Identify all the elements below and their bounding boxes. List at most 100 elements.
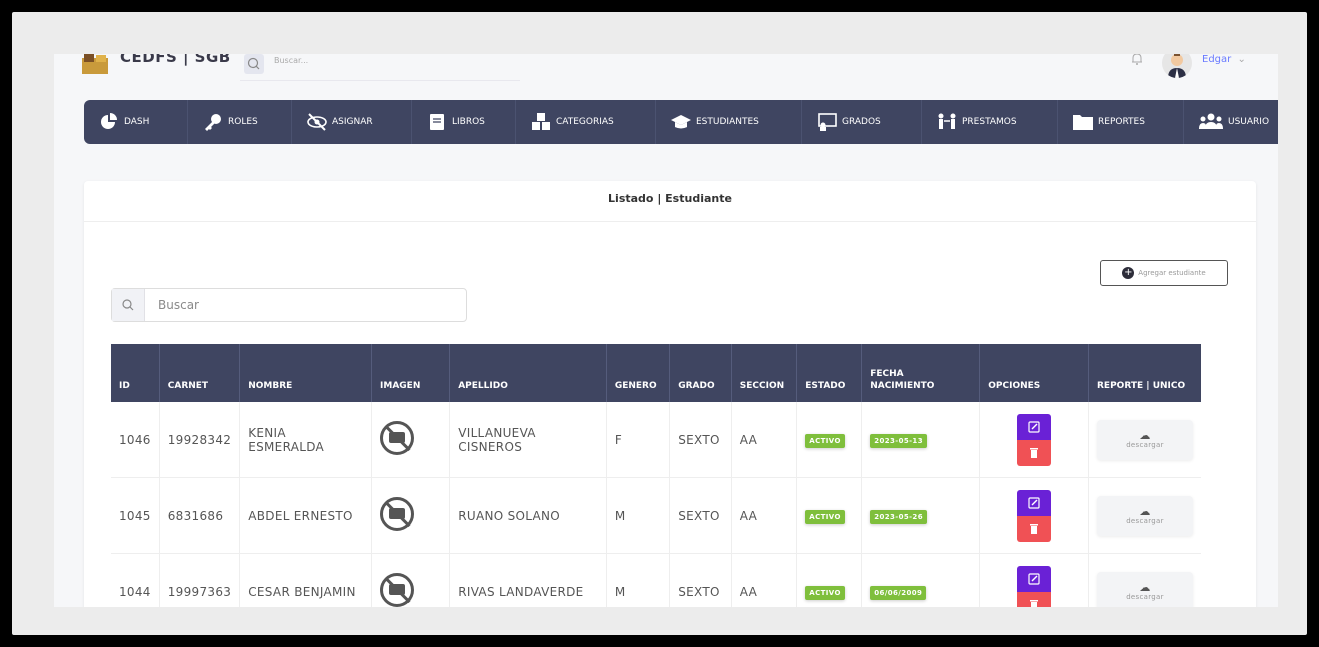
bell-icon[interactable] xyxy=(1130,54,1144,70)
nav-label: CATEGORIAS xyxy=(556,117,614,127)
cell-reporte: ☁ descargar xyxy=(1088,553,1201,607)
nav-label: PRESTAMOS xyxy=(962,117,1017,127)
avatar[interactable] xyxy=(1162,54,1192,78)
nav-label: USUARIO xyxy=(1228,117,1270,127)
nav-item-asignar[interactable]: ASIGNAR xyxy=(292,100,412,144)
nav-label: DASH xyxy=(124,117,150,127)
cubes-icon xyxy=(532,113,550,130)
user-menu[interactable]: Edgar ⌄ xyxy=(1202,54,1246,65)
edit-icon xyxy=(1028,420,1040,433)
delete-button[interactable] xyxy=(1017,439,1052,466)
cell-reporte: ☁ descargar xyxy=(1088,402,1201,478)
col-opciones: OPCIONES xyxy=(979,344,1089,402)
nav-label: ASIGNAR xyxy=(332,117,373,127)
cell-estado: ACTIVO xyxy=(796,553,863,607)
cell-grado: SEXTO xyxy=(669,553,732,607)
cell-estado: ACTIVO xyxy=(796,477,863,554)
add-student-label: Agregar estudiante xyxy=(1138,269,1206,277)
cloud-download-icon: ☁ xyxy=(1139,581,1151,594)
col-genero: GENERO xyxy=(606,344,671,402)
nav-item-estudiantes[interactable]: ESTUDIANTES xyxy=(656,100,802,144)
edit-button[interactable] xyxy=(1017,489,1052,516)
nav-item-libros[interactable]: LIBROS xyxy=(412,100,516,144)
cell-id: 1046 xyxy=(111,402,160,478)
cell-reporte: ☁ descargar xyxy=(1088,477,1201,554)
col-apellido: APELLIDO xyxy=(449,344,607,402)
cell-apellido: RIVAS LANDAVERDE xyxy=(449,553,607,607)
col-nombre: NOMBRE xyxy=(239,344,373,402)
nav-label: ROLES xyxy=(228,117,258,127)
cell-carnet: 19997363 xyxy=(159,553,241,607)
col-estado: ESTADO xyxy=(796,344,863,402)
cell-carnet: 6831686 xyxy=(159,477,241,554)
col-reporte: REPORTE | UNICO xyxy=(1088,344,1201,402)
download-label: descargar xyxy=(1126,517,1164,525)
add-student-button[interactable]: + Agregar estudiante xyxy=(1100,260,1228,286)
people-exchange-icon xyxy=(938,113,956,129)
nav-item-prestamos[interactable]: PRESTAMOS xyxy=(922,100,1058,144)
trash-icon xyxy=(1030,599,1039,607)
edit-button[interactable] xyxy=(1017,565,1052,592)
cell-nombre: KENIA ESMERALDA xyxy=(239,402,373,478)
edit-icon xyxy=(1028,572,1040,585)
cell-estado: ACTIVO xyxy=(796,402,863,478)
students-panel: Listado | Estudiante + Agregar estudiant… xyxy=(84,181,1256,607)
cell-opciones xyxy=(979,402,1089,478)
nav-item-reportes[interactable]: REPORTES xyxy=(1058,100,1184,144)
cell-id: 1044 xyxy=(111,553,160,607)
plus-circle-icon: + xyxy=(1122,267,1135,279)
col-imagen: IMAGEN xyxy=(371,344,451,402)
top-bar: CEDFS | SGB Buscar... Edgar ⌄ xyxy=(54,54,1278,90)
search-input[interactable] xyxy=(156,297,440,313)
cell-genero: F xyxy=(606,402,671,478)
nav-item-roles[interactable]: ROLES xyxy=(188,100,292,144)
top-search[interactable]: Buscar... xyxy=(240,54,520,81)
status-badge: ACTIVO xyxy=(805,509,845,524)
top-search-placeholder: Buscar... xyxy=(274,56,309,65)
delete-button[interactable] xyxy=(1017,515,1052,542)
download-button[interactable]: ☁ descargar xyxy=(1097,495,1193,536)
cell-opciones xyxy=(979,477,1089,554)
cell-seccion: AA xyxy=(731,402,798,478)
cell-fecha: 2023-05-26 xyxy=(861,477,981,554)
folder-icon xyxy=(1073,115,1093,130)
trash-icon xyxy=(1030,447,1039,458)
date-badge: 2023-05-26 xyxy=(870,509,927,524)
cloud-download-icon: ☁ xyxy=(1139,429,1151,442)
nav-item-grados[interactable]: GRADOS xyxy=(802,100,922,144)
nav-item-categorias[interactable]: CATEGORIAS xyxy=(516,100,656,144)
nav-item-usuario[interactable]: USUARIO xyxy=(1184,100,1278,144)
search-icon xyxy=(244,54,264,74)
user-name: Edgar xyxy=(1202,54,1232,65)
cell-nombre: CESAR BENJAMIN xyxy=(239,553,373,607)
download-button[interactable]: ☁ descargar xyxy=(1097,571,1193,607)
cell-nombre: ABDEL ERNESTO xyxy=(239,477,373,554)
pie-chart-icon xyxy=(101,113,117,129)
table-header-row: ID CARNET NOMBRE IMAGEN APELLIDO GENERO … xyxy=(111,344,1201,402)
cell-genero: M xyxy=(606,477,671,554)
cell-seccion: AA xyxy=(731,553,798,607)
col-grado: GRADO xyxy=(669,344,732,402)
panel-title: Listado | Estudiante xyxy=(84,181,1256,222)
screenshot-frame: CEDFS | SGB Buscar... Edgar ⌄ DASH ROLES… xyxy=(0,0,1319,647)
col-id: ID xyxy=(111,344,160,402)
cell-grado: SEXTO xyxy=(669,477,732,554)
no-photo-icon xyxy=(380,421,415,455)
window-inner: CEDFS | SGB Buscar... Edgar ⌄ DASH ROLES… xyxy=(12,12,1307,635)
date-badge: 06/06/2009 xyxy=(870,585,927,600)
trash-icon xyxy=(1030,523,1039,534)
no-photo-icon xyxy=(380,573,415,607)
nav-label: GRADOS xyxy=(842,117,881,127)
cell-apellido: VILLANUEVA CISNEROS xyxy=(449,402,607,478)
search-icon xyxy=(112,289,145,321)
download-button[interactable]: ☁ descargar xyxy=(1097,419,1193,460)
cell-opciones xyxy=(979,553,1089,607)
edit-button[interactable] xyxy=(1017,413,1052,440)
nav-item-dash[interactable]: DASH xyxy=(84,100,188,144)
users-icon xyxy=(1199,113,1223,129)
cell-genero: M xyxy=(606,553,671,607)
delete-button[interactable] xyxy=(1017,591,1052,607)
col-seccion: SECCION xyxy=(731,344,798,402)
cell-grado: SEXTO xyxy=(669,402,732,478)
col-carnet: CARNET xyxy=(159,344,241,402)
